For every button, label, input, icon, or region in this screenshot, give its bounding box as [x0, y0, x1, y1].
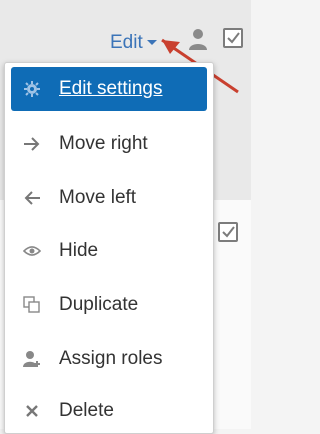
menu-item-hide[interactable]: Hide [11, 229, 207, 273]
menu-item-duplicate[interactable]: Duplicate [11, 283, 207, 327]
duplicate-icon [21, 294, 43, 316]
menu-item-label: Delete [59, 400, 114, 421]
delete-x-icon [21, 400, 43, 422]
edit-dropdown-menu: Edit settings Move right Move left Hide … [4, 62, 214, 434]
edit-label: Edit [110, 32, 143, 53]
menu-item-delete[interactable]: Delete [11, 389, 207, 433]
menu-item-label: Edit settings [59, 78, 163, 99]
menu-item-assign-roles[interactable]: Assign roles [11, 337, 207, 381]
caret-down-icon [146, 40, 157, 46]
checkbox-checked-icon[interactable] [218, 222, 238, 242]
menu-item-label: Hide [59, 240, 99, 261]
menu-item-label: Move left [59, 187, 137, 208]
checkbox-checked-icon[interactable] [223, 28, 243, 48]
menu-item-edit-settings[interactable]: Edit settings [11, 67, 207, 111]
menu-item-label: Duplicate [59, 294, 139, 315]
menu-item-label: Assign roles [59, 348, 163, 369]
menu-item-move-right[interactable]: Move right [11, 122, 207, 166]
assign-roles-icon [21, 348, 43, 370]
user-icon[interactable] [188, 28, 208, 50]
menu-item-move-left[interactable]: Move left [11, 176, 207, 220]
eye-icon [21, 240, 43, 262]
gear-icon [21, 78, 43, 100]
arrow-left-icon [21, 187, 43, 209]
arrow-right-icon [21, 133, 43, 155]
edit-menu-toggle[interactable]: Edit [110, 32, 157, 54]
menu-item-label: Move right [59, 133, 148, 154]
